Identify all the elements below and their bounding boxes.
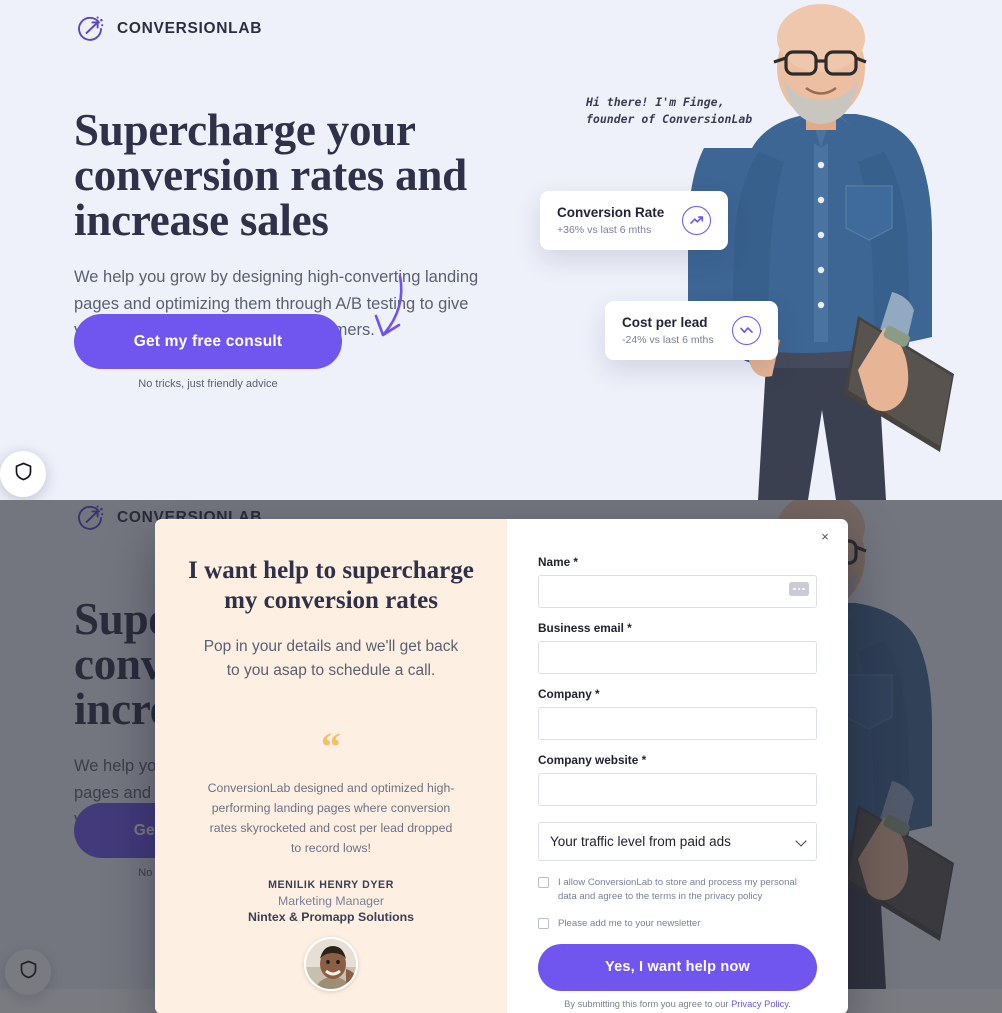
newsletter-checkbox-label: Please add me to your newsletter xyxy=(558,917,701,929)
form-field-company-website: Company website * xyxy=(538,753,817,806)
consent-checkbox-label: I allow ConversionLab to store and proce… xyxy=(558,877,797,902)
brand-name: CONVERSIONLAB xyxy=(117,20,263,37)
business-email-input[interactable] xyxy=(538,641,817,674)
hero-copy: Supercharge your conversion rates and in… xyxy=(74,108,544,344)
hero-section: CONVERSIONLAB Supercharge your conversio… xyxy=(0,0,1002,500)
quote-mark-icon: “ xyxy=(321,724,341,770)
page-root: CONVERSIONLAB Supercharge your conversio… xyxy=(0,0,1002,1013)
privacy-policy-link[interactable]: Privacy Policy. xyxy=(731,999,791,1009)
hero-cta-group: Get my free consult No tricks, just frie… xyxy=(74,314,342,390)
founder-photo xyxy=(640,0,1002,500)
form-field-name: Name * xyxy=(538,555,817,608)
stat-card-conversion-rate: Conversion Rate +36% vs last 6 mths xyxy=(540,191,729,250)
consent-checkbox[interactable] xyxy=(538,877,549,888)
modal-left-panel: I want help to supercharge my conversion… xyxy=(155,519,507,1013)
consent-checkbox-row: I allow ConversionLab to store and proce… xyxy=(538,876,817,904)
company-website-input[interactable] xyxy=(538,773,817,806)
form-field-business-email: Business email * xyxy=(538,621,817,674)
page-title: Supercharge your conversion rates and in… xyxy=(74,105,467,245)
close-icon[interactable]: × xyxy=(816,528,834,546)
modal-overlay-region: CONVERSIONLAB Supercharge your conversio… xyxy=(0,500,1002,1013)
form-field-traffic-level: Your traffic level from paid ads xyxy=(538,822,817,861)
stat-card-cost-per-lead: Cost per lead -24% vs last 6 mths xyxy=(605,301,778,360)
modal-form-panel: × Name * Business email * Company * Comp… xyxy=(507,519,848,1013)
traffic-level-select[interactable]: Your traffic level from paid ads xyxy=(538,822,817,861)
newsletter-checkbox[interactable] xyxy=(538,917,549,929)
testimonial-text: ConversionLab designed and optimized hig… xyxy=(207,781,455,855)
name-input[interactable] xyxy=(538,575,817,608)
testimonial-author-name: MENILIK HENRY DYER xyxy=(268,878,394,891)
submit-disclaimer: By submitting this form you agree to our… xyxy=(538,999,817,1009)
testimonial-author-role: Marketing Manager xyxy=(278,893,384,908)
testimonial-author-org: Nintex & Promapp Solutions xyxy=(247,909,415,924)
stat-delta: -24% vs last 6 mths xyxy=(622,334,714,346)
shield-icon xyxy=(13,461,34,487)
stat-title: Cost per lead xyxy=(622,315,708,330)
submit-disclaimer-text: By submitting this form you agree to our xyxy=(564,998,732,1009)
field-label: Company * xyxy=(538,687,600,701)
founder-greeting: Hi there! I'm Finge, founder of Conversi… xyxy=(586,95,753,126)
cta-note: No tricks, just friendly advice xyxy=(138,378,278,390)
field-label: Business email * xyxy=(538,621,632,635)
autofill-icon[interactable] xyxy=(789,582,809,596)
modal-heading: I want help to supercharge my conversion… xyxy=(188,557,474,614)
field-label: Name * xyxy=(538,555,578,569)
lead-capture-modal: I want help to supercharge my conversion… xyxy=(155,519,848,1013)
curved-arrow-icon xyxy=(352,272,408,352)
newsletter-checkbox-row: Please add me to your newsletter xyxy=(538,917,817,931)
get-free-consult-button[interactable]: Get my free consult xyxy=(74,314,342,369)
conversionlab-logo-icon xyxy=(76,14,106,44)
trend-down-icon xyxy=(731,316,761,345)
privacy-shield-badge-top[interactable] xyxy=(0,451,46,497)
company-input[interactable] xyxy=(538,707,817,740)
brand-logo[interactable]: CONVERSIONLAB xyxy=(76,14,262,44)
stat-title: Conversion Rate xyxy=(557,205,665,220)
field-label: Company website * xyxy=(538,753,647,767)
submit-button[interactable]: Yes, I want help now xyxy=(538,943,817,991)
testimonial-avatar xyxy=(304,936,358,991)
trend-up-icon xyxy=(682,206,712,235)
form-field-company: Company * xyxy=(538,687,817,740)
stat-delta: +36% vs last 6 mths xyxy=(557,224,652,236)
modal-paragraph: Pop in your details and we'll get back t… xyxy=(203,638,459,680)
